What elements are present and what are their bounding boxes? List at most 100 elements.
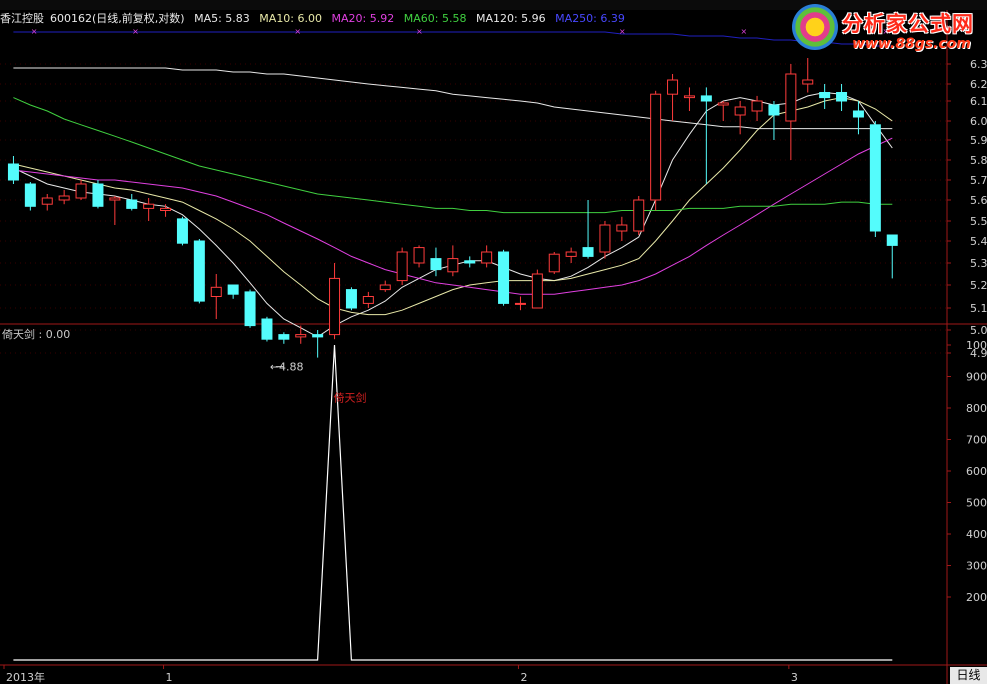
signal-marker: × [416, 27, 423, 36]
candle-up [785, 73, 797, 122]
candle-up [75, 183, 87, 199]
price-tick-label: 5.3 [970, 257, 987, 270]
price-tick-label: 5.0 [970, 324, 987, 337]
indicator-title: 倚天剑 : 0.00 [2, 328, 71, 341]
indicator-tick-label: 100 [966, 339, 987, 352]
candle-down [126, 199, 138, 209]
candle-up [210, 286, 222, 297]
indicator-tick-label: 400 [966, 528, 987, 541]
candle-down [24, 183, 36, 207]
candle-down [244, 291, 256, 327]
candle-up [295, 334, 307, 338]
stock-chart[interactable]: × × × × × × × 6.36.26.16.05.95.85.75.65.55.45.… [0, 0, 987, 684]
price-tick-label: 6.2 [970, 78, 987, 91]
candle-down [700, 95, 712, 102]
candle-up [447, 258, 459, 273]
time-tick-label: 3 [791, 671, 798, 684]
period-tab[interactable]: 日线 [950, 667, 987, 684]
candle-up [650, 93, 662, 201]
indicator-tick-label: 800 [966, 402, 987, 415]
candle-down [278, 334, 290, 340]
candle-up [616, 224, 628, 232]
price-tick-label: 6.1 [970, 95, 987, 108]
indicator-line [13, 344, 893, 661]
price-tick-label: 6.0 [970, 115, 987, 128]
candle-up [734, 106, 746, 116]
candle-up [599, 224, 611, 253]
candle-down [819, 92, 831, 99]
price-tick-label: 5.9 [970, 134, 987, 147]
ma-line-ma5 [13, 91, 893, 338]
indicator-tick-label: 200 [966, 591, 987, 604]
signal-marker: × [741, 27, 748, 36]
logo-title: 分析家公式网 [842, 12, 974, 36]
price-tick-label: 5.4 [970, 235, 987, 248]
price-tick-label: 5.7 [970, 174, 987, 187]
candle-down [430, 258, 442, 271]
candle-up [413, 247, 425, 264]
candle-up [531, 273, 543, 309]
candle-up [667, 79, 679, 95]
candle-up [109, 197, 121, 201]
candle-up [633, 199, 645, 232]
candle-down [464, 260, 476, 264]
ma-line-ma120 [13, 67, 893, 130]
candle-up [683, 95, 695, 99]
price-tick-label: 5.8 [970, 154, 987, 167]
candle-down [176, 218, 188, 244]
signal-marker: × [619, 27, 626, 36]
candle-down [852, 110, 864, 118]
time-tick-label: 1 [166, 671, 173, 684]
site-logo: 分析家公式网 www.88gs.com [786, 0, 987, 58]
price-tick-label: 5.5 [970, 215, 987, 228]
candle-down [582, 247, 594, 257]
candle-up [481, 251, 493, 264]
price-tick-label: 5.1 [970, 302, 987, 315]
signal-marker: × [132, 27, 139, 36]
candle-down [869, 124, 881, 232]
candle-down [312, 334, 324, 338]
logo-url: www.88gs.com [852, 36, 971, 52]
candle-down [227, 284, 239, 295]
ma-line-ma60 [13, 97, 893, 214]
time-tick-label: 2013年 [6, 670, 45, 684]
indicator-tick-label: 900 [966, 371, 987, 384]
candle-down [498, 251, 510, 304]
indicator-tick-label: 600 [966, 465, 987, 478]
candle-down [92, 183, 104, 207]
indicator-tick-label: 500 [966, 497, 987, 510]
candle-down [768, 104, 780, 116]
candle-down [193, 240, 205, 302]
candle-up [41, 197, 53, 205]
candle-up [514, 302, 526, 305]
signal-marker: × [31, 27, 38, 36]
price-tick-label: 5.2 [970, 279, 987, 292]
indicator-tick-label: 300 [966, 560, 987, 573]
candle-up [802, 79, 814, 85]
candle-down [886, 234, 898, 246]
candle-up [717, 102, 729, 106]
candle-up [362, 296, 374, 304]
candle-up [396, 251, 408, 282]
time-tick-label: 2 [520, 671, 527, 684]
candle-down [7, 163, 19, 181]
flower-logo-icon [792, 4, 838, 50]
indicator-tick-label: 700 [966, 434, 987, 447]
low-annotation-label: ←4.88 [270, 361, 304, 374]
candle-up [565, 251, 577, 257]
candle-up [329, 277, 341, 336]
candle-up [160, 207, 172, 211]
candle-down [836, 92, 848, 102]
candle-up [58, 195, 70, 201]
ma-line-ma250 [13, 31, 893, 47]
candle-up [751, 100, 763, 112]
price-tick-label: 6.3 [970, 58, 987, 71]
indicator-signal-label: 倚天剑 [334, 391, 367, 405]
candle-up [379, 284, 391, 291]
signal-marker: × [294, 27, 301, 36]
candle-down [345, 289, 357, 309]
candle-up [143, 203, 155, 209]
price-tick-label: 5.6 [970, 194, 987, 207]
candle-up [548, 253, 560, 273]
candle-down [261, 318, 273, 340]
